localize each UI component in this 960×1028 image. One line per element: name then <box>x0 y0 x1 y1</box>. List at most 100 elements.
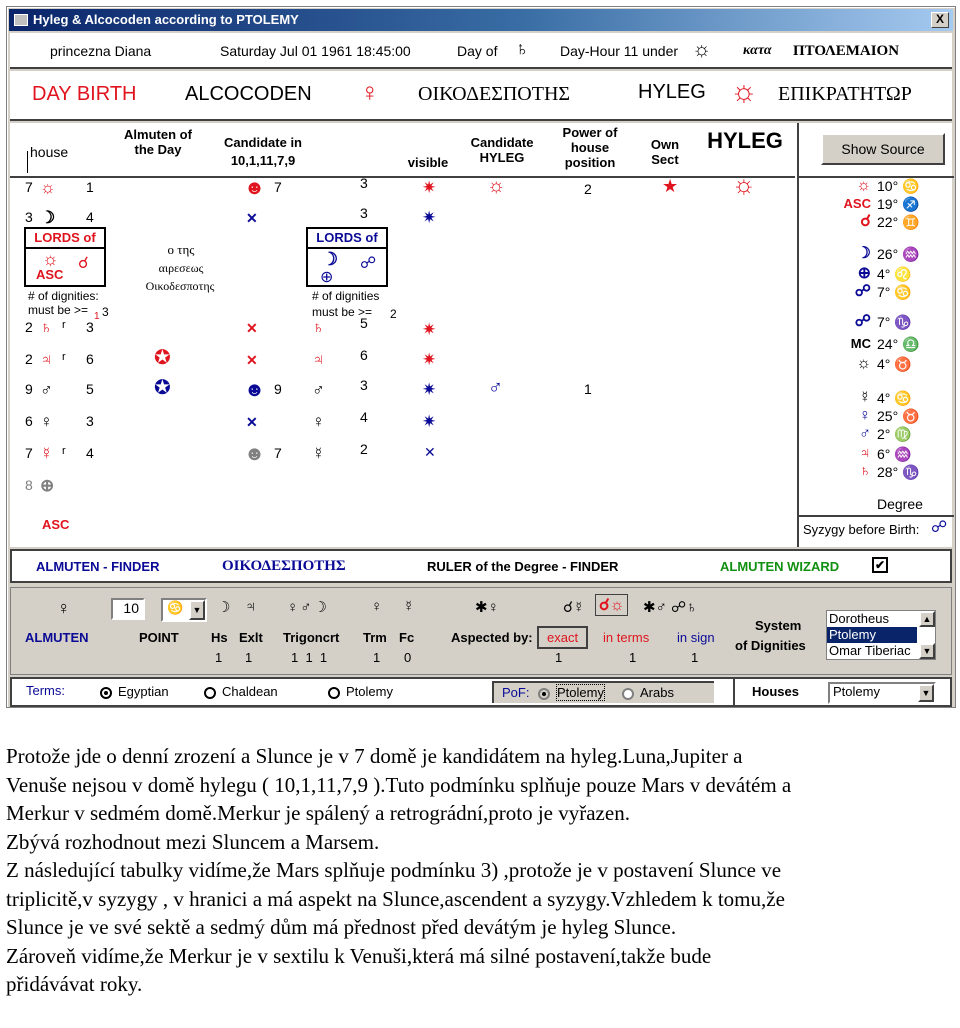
retrograde-mark: r <box>62 351 66 363</box>
ruler-degree-finder-tab[interactable]: RULER of the Degree - FINDER <box>427 559 618 574</box>
saturn-icon: ♄ <box>40 318 53 337</box>
houses-value: Ptolemy <box>833 684 880 699</box>
almuten-star-jupiter-icon: ✪ <box>154 347 171 369</box>
header-candidate-in: Candidate in <box>223 135 302 150</box>
hs-value: 1 <box>215 650 223 665</box>
position-degree: 4° ♌ <box>877 266 912 282</box>
excluded-x-icon: ✕ <box>246 320 258 336</box>
header-candidate-hyleg: Candidate HYLEG <box>470 135 534 165</box>
terms-option-chaldean[interactable]: Chaldean <box>204 684 278 699</box>
radio[interactable] <box>204 686 216 699</box>
text-line: Z následující tabulky vidíme,že Mars spl… <box>6 858 782 882</box>
lords-of-label: LORDS of <box>26 229 104 249</box>
header-candidate-houses: 10,1,11,7,9 <box>230 153 296 168</box>
candidate-score: 2 <box>360 441 368 457</box>
chevron-down-icon[interactable]: ▼ <box>189 600 205 620</box>
must-be-value-right: 2 <box>390 307 397 321</box>
mercury-icon: ☿ <box>859 389 871 406</box>
system-option-dorotheus[interactable]: Dorotheus <box>827 611 917 627</box>
app-window: Hyleg & Alcocoden according to PTOLEMY X… <box>6 6 956 708</box>
text-line: Merkur v sedmém domě.Merkur je spálený a… <box>6 801 630 825</box>
show-source-button[interactable]: Show Source <box>821 133 945 165</box>
position-degree: 28° ♑ <box>877 464 920 480</box>
moon-icon: ☽ <box>856 245 871 262</box>
syzygy-icon: ☍ <box>360 255 377 272</box>
header-house: house <box>30 144 69 160</box>
sun-icon: ☼ <box>40 178 56 197</box>
house-ruler-icon: ☽ <box>217 599 231 616</box>
explanation-text: Protože jde o denní zrození a Slunce je … <box>6 742 956 999</box>
syzygy-before-birth-label: Syzygy before Birth: <box>803 522 920 537</box>
candidate-score: 6 <box>360 347 368 363</box>
houses-select[interactable]: Ptolemy ▼ <box>828 682 936 704</box>
oikodespotes-tab[interactable]: ΟΙΚΟΔΕΣΠΟΤΗΣ <box>222 558 346 575</box>
trigoncrt-label: Trigoncrt <box>283 630 340 645</box>
point-degree-input[interactable]: 10 <box>111 598 145 620</box>
house-number: 3 <box>25 209 33 225</box>
pof-label: PoF: <box>502 685 530 700</box>
part-of-fortune-icon: ⊕ <box>320 269 334 286</box>
text-line: triplicitě,v syzygy , v hranici a má asp… <box>6 886 785 911</box>
exact-button[interactable]: exact <box>537 626 589 649</box>
degree-label: Degree <box>877 496 923 512</box>
radio[interactable] <box>622 687 634 700</box>
chaldean-label: Chaldean <box>222 684 278 699</box>
position-degree: 19° ♐ <box>877 196 920 212</box>
heading-bar: DAY BIRTH ALCOCODEN ♀ ΟΙΚΟΔΕΣΠΟΤΗΣ HYLEG… <box>10 71 952 121</box>
terms-option-ptolemy[interactable]: Ptolemy <box>328 684 393 699</box>
pof-arabs-label: Arabs <box>640 685 674 700</box>
conjunction-sun-icon[interactable]: ☌☼ <box>595 594 629 616</box>
face-ruler-icon: ☿ <box>403 598 415 615</box>
visible-star-icon: ✷ <box>422 178 437 197</box>
almuten-wizard-label: ALMUTEN WIZARD <box>720 559 840 574</box>
not-visible-x-icon: ✕ <box>424 444 436 460</box>
text-line: přidávávat roky. <box>6 972 143 996</box>
trigoncrt-values: 1 1 1 <box>291 650 328 665</box>
scroll-down-icon[interactable]: ▼ <box>919 643 935 659</box>
pof-option-arabs[interactable]: Arabs <box>622 685 674 700</box>
close-button[interactable]: X <box>931 12 949 28</box>
radio-selected[interactable] <box>100 686 112 699</box>
terms-option-egyptian[interactable]: Egyptian <box>100 684 169 699</box>
pof-ptolemy-label: Ptolemy <box>556 684 605 701</box>
candidate-planet-icon: ☿ <box>312 444 325 463</box>
candidate-score: 4 <box>360 409 368 425</box>
full-moon-icon: ☍ <box>854 313 871 330</box>
system-option-omar[interactable]: Omar Tiberiac <box>827 643 917 659</box>
must-be-sub-left: 1 <box>94 311 100 322</box>
header-hyleg: HYLEG <box>707 128 783 153</box>
houses-label: Houses <box>752 684 799 699</box>
pof-option-ptolemy[interactable]: Ptolemy <box>538 684 605 701</box>
hs-label: Hs <box>211 630 228 645</box>
almuten-wizard-checkbox[interactable]: ✔ <box>872 557 888 573</box>
house-column-divider <box>27 151 28 173</box>
sextile-venus-icon: ✱♀ <box>475 599 499 616</box>
dignity-score: 3 <box>86 413 94 429</box>
radio-selected[interactable] <box>538 687 550 700</box>
point-sign-select[interactable]: ♋ ▼ <box>161 598 207 622</box>
radio[interactable] <box>328 686 340 699</box>
system-option-ptolemy[interactable]: Ptolemy <box>827 627 917 643</box>
dignity-score: 1 <box>86 179 94 195</box>
divider <box>733 679 735 705</box>
header-almuten-of-day: Almuten of the Day <box>124 127 192 157</box>
candidate-score: 3 <box>360 377 368 393</box>
lords-of-asc-box: LORDS of ☼ ASC ☌ <box>24 227 106 287</box>
chevron-down-icon[interactable]: ▼ <box>918 684 934 702</box>
candidate-planet-icon: ♀ <box>312 412 325 431</box>
jupiter-icon: ♃ <box>40 350 53 369</box>
saturn-icon: ♄ <box>859 463 871 480</box>
dignities-label-left: # of dignities: <box>28 289 99 303</box>
conjunction-mercury-icon: ☌☿ <box>563 599 585 616</box>
almuten-finder-tab[interactable]: ALMUTEN - FINDER <box>36 559 160 574</box>
visible-star-icon: ✷ <box>422 350 437 369</box>
system-of-dignities-list[interactable]: Dorotheus Ptolemy Omar Tiberiac ▲ ▼ <box>826 610 936 660</box>
position-degree: 6° ♒ <box>877 446 912 462</box>
candidate-planet-icon: ♄ <box>312 318 325 337</box>
house-number: 2 <box>25 319 33 335</box>
house-number: 6 <box>25 413 33 429</box>
candidate-house: 7 <box>274 179 282 195</box>
scroll-up-icon[interactable]: ▲ <box>919 611 935 627</box>
almuten-controls: ♀ ALMUTEN 10 ♋ ▼ POINT ☽ ♃ ♀♂☽ ♀ ☿ Hs Ex… <box>10 587 952 675</box>
dignity-score: 4 <box>86 445 94 461</box>
